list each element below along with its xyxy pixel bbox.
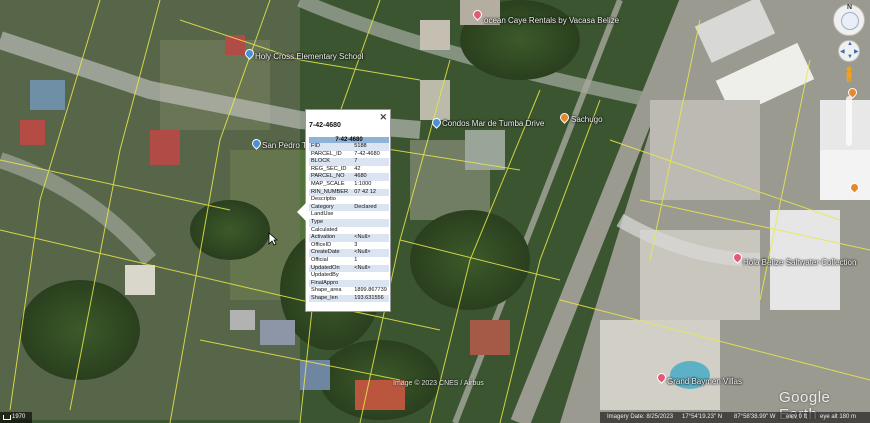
attribute-row: Calculated (309, 227, 389, 235)
attribute-field: Shape_len (309, 294, 351, 303)
attribute-value: Declared (350, 203, 389, 212)
attribute-row: BLOCK 7 (309, 158, 389, 166)
attribute-field: Category (309, 203, 351, 212)
attribute-value: 7-42-4680 (354, 150, 380, 157)
attribute-field: Descriptio (311, 196, 336, 203)
pegman-icon[interactable] (845, 66, 853, 82)
attribute-value: 1 (354, 256, 358, 263)
attribute-value: 1:1000 (354, 180, 372, 187)
elevation-readout: elev 0 ft (786, 414, 808, 420)
scale-legend: 1970 (0, 412, 32, 423)
attribute-row: Official 1 (309, 257, 389, 265)
attribute-field: PARCEL_ID (311, 150, 342, 157)
attribute-value: 5188 (350, 143, 389, 151)
attribute-field: OfficeID (311, 241, 332, 248)
attribute-row: LandUse (309, 211, 389, 219)
attribute-field: REG_SEC_ID (311, 165, 347, 172)
imagery-credit: Image © 2023 CNES / Airbus (393, 380, 484, 387)
attribute-value: <Null> (350, 234, 389, 242)
move-joystick-icon[interactable]: ▲ ▼ ◀ ▶ (838, 40, 860, 62)
imagery-date: Imagery Date: 8/25/2023 (607, 414, 674, 420)
attribute-value: 1899.867739 (354, 287, 387, 294)
attribute-value: 42 (354, 165, 361, 172)
attribute-field: UpdatedOn (309, 264, 351, 273)
attribute-value (350, 218, 389, 227)
attribute-field: BLOCK (309, 158, 351, 166)
attribute-field: RIN_NUMBER (309, 188, 351, 197)
attribute-value: <Null> (350, 249, 389, 257)
attribute-field: LandUse (311, 211, 334, 218)
attribute-table: 7-42-4680 FID 5188 PARCEL_ID 7-42-4680 BLOCK… (309, 137, 389, 303)
attribute-field: Type (309, 218, 351, 227)
attribute-value: 4680 (350, 173, 389, 181)
attribute-row: MAP_SCALE 1:1000 (309, 181, 389, 189)
attribute-field: UpdatedBy (311, 272, 339, 279)
attribute-row: Shape_len 193.631556 (309, 294, 389, 303)
attribute-value (350, 272, 389, 280)
status-bar: Imagery Date: 8/25/2023 17°54'19.23" N 8… (600, 412, 870, 423)
attribute-value: 7 (350, 158, 389, 166)
popup-title: 7-42-4680 (309, 122, 341, 129)
poi-label-grand[interactable]: Grand Baymen Villas (667, 377, 742, 386)
attribute-row: OfficeID 3 (309, 242, 389, 250)
attribute-row: REG_SEC_ID 42 (309, 166, 389, 174)
attribute-row: PARCEL_ID 7-42-4680 (309, 151, 389, 159)
attribute-field: MAP_SCALE (311, 180, 345, 187)
attribute-value (350, 196, 389, 204)
zoom-slider-icon[interactable] (846, 96, 852, 146)
attribute-row: Category Declared (309, 203, 389, 212)
attribute-row: Activation <Null> (309, 234, 389, 242)
poi-label-sachugo[interactable]: Sachugo (571, 115, 603, 124)
attribute-row: Shape_area 1899.867739 (309, 287, 389, 295)
poi-label-vacasa[interactable]: ocean Caye Rentals by Vacasa Belize (484, 16, 619, 25)
look-joystick-icon[interactable] (841, 12, 859, 30)
attribute-row: PARCEL_NO 4680 (309, 173, 389, 181)
attribute-value (350, 279, 389, 288)
attribute-row: UpdatedOn <Null> (309, 264, 389, 273)
attribute-row: Descriptio (309, 196, 389, 204)
attribute-value: 193.631556 (350, 294, 389, 303)
attribute-field: PARCEL_NO (309, 173, 351, 181)
scale-value: 1970 (12, 414, 26, 420)
attribute-row: FinalAppro (309, 279, 389, 288)
attribute-row: FID 5188 (309, 143, 389, 151)
poi-label-collection[interactable]: Hola Belize Saltwater Collection (743, 258, 856, 267)
attribute-field: FinalAppro (309, 279, 351, 288)
parcel-info-popup: ✕ 7-42-4680 7-42-4680 FID 5188 PARCEL_ID 7-… (297, 109, 391, 312)
attribute-field: Calculated (311, 226, 338, 233)
attribute-value (350, 227, 389, 235)
map-view[interactable]: ocean Caye Rentals by Vacasa Belize Holy… (0, 0, 870, 423)
close-icon[interactable]: ✕ (379, 112, 387, 123)
attribute-value: 07 42 12 (350, 188, 389, 197)
compass-ring-icon[interactable]: N (833, 4, 865, 36)
satellite-imagery[interactable] (0, 0, 870, 423)
poi-label-school[interactable]: Holy Cross Elementary School (255, 52, 363, 61)
latitude-readout: 17°54'19.23" N (682, 414, 723, 420)
attribute-field: Shape_area (311, 287, 342, 294)
attribute-value (350, 211, 389, 219)
attribute-row: RIN_NUMBER 07 42 12 (309, 188, 389, 197)
attribute-field: CreateDate (309, 249, 351, 257)
attribute-field: Activation (309, 234, 351, 242)
attribute-row: CreateDate <Null> (309, 249, 389, 257)
eye-altitude-readout: eye alt 180 m (820, 414, 857, 420)
attribute-row: UpdatedBy (309, 272, 389, 280)
attribute-field: Official (311, 256, 328, 263)
poi-label-mar[interactable]: Condos Mar de Tumba Drive (442, 119, 544, 128)
attribute-value: <Null> (350, 264, 389, 273)
attribute-value: 3 (354, 241, 358, 248)
mouse-cursor-icon (268, 232, 278, 246)
attribute-row: Type (309, 218, 389, 227)
longitude-readout: 87°58'38.99" W (734, 414, 776, 420)
compass-north-label: N (847, 4, 853, 11)
attribute-field: FID (309, 143, 351, 151)
